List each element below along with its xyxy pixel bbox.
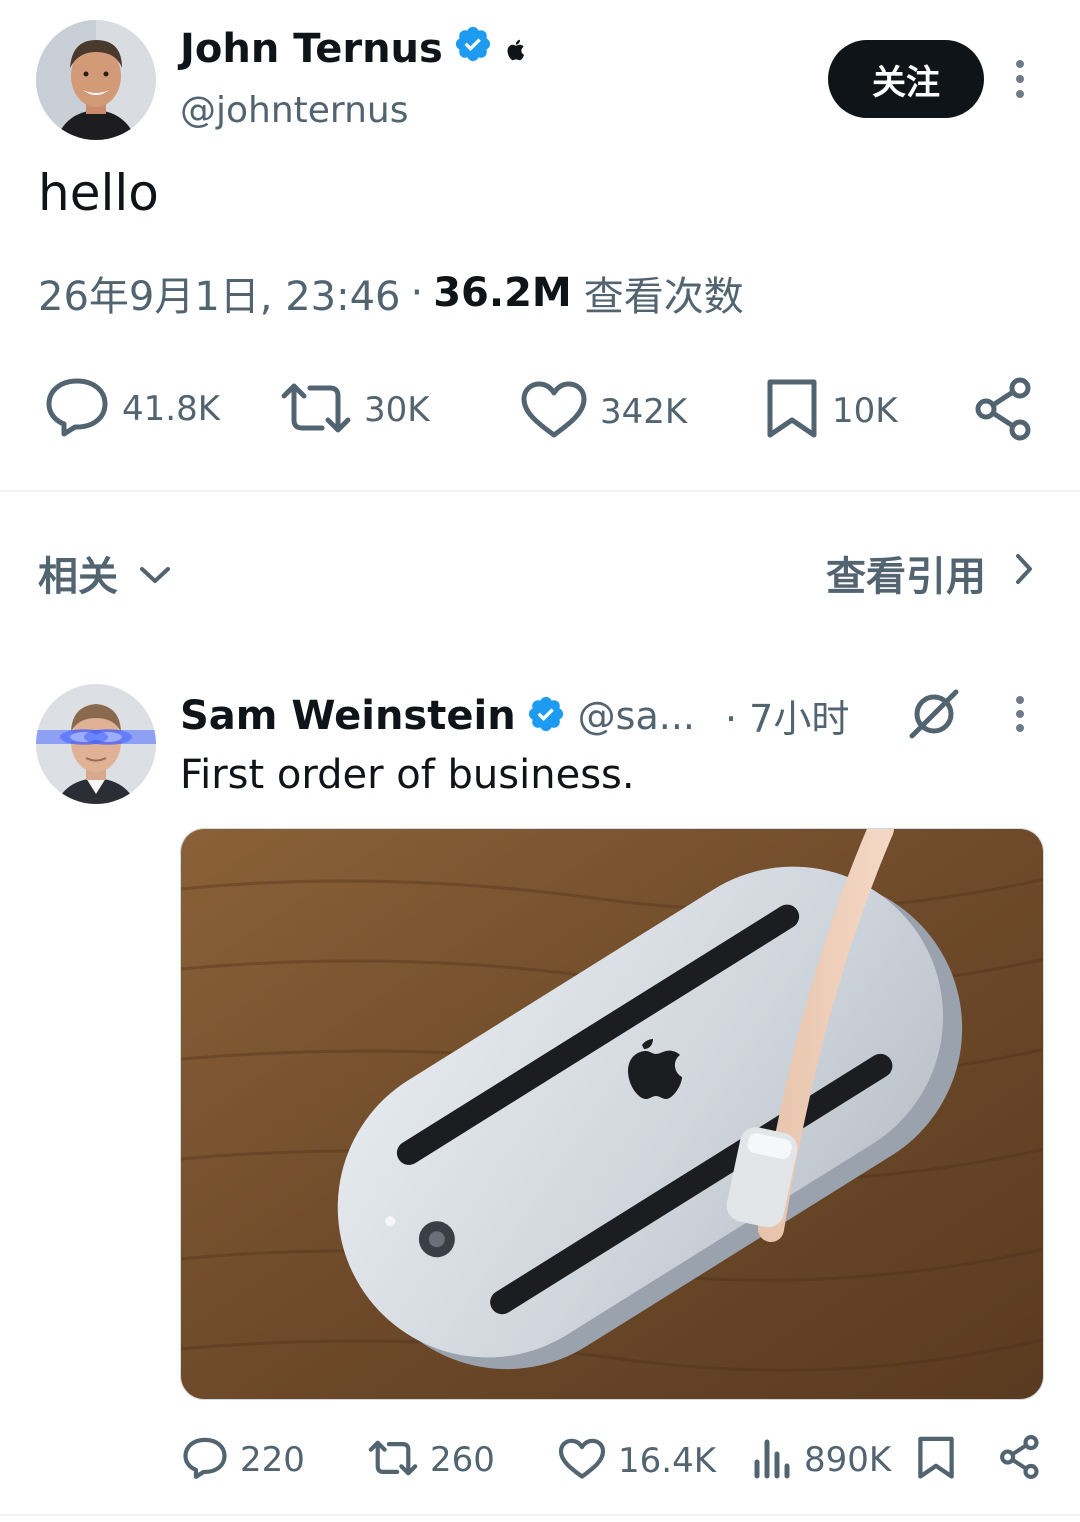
reply-like-count: 16.4K — [618, 1441, 716, 1481]
view-quotes-link[interactable]: 查看引用 — [826, 544, 1034, 602]
reply-views-count: 890K — [804, 1440, 892, 1480]
bookmark-count: 10K — [832, 391, 898, 431]
like-button[interactable]: 342K — [520, 380, 687, 444]
author-name-row[interactable]: John Ternus — [180, 24, 525, 74]
views-count: 36.2M — [433, 270, 572, 316]
more-icon[interactable] — [1010, 696, 1030, 732]
reply-author-handle[interactable]: @sa... — [578, 694, 695, 738]
follow-button[interactable]: 关注 — [828, 40, 984, 118]
reply-repost-button[interactable]: 260 — [368, 1438, 495, 1482]
reply-views-button[interactable]: 890K — [752, 1436, 891, 1484]
reply-text: First order of business. — [180, 752, 635, 798]
chevron-down-icon — [138, 550, 172, 596]
meta-separator: · — [410, 270, 424, 316]
views-label: 查看次数 — [583, 274, 744, 320]
reply-icon — [182, 1436, 228, 1484]
tweet-timestamp[interactable]: 26年9月1日, 23:46 — [38, 264, 401, 322]
reply-reply-count: 220 — [240, 1440, 305, 1480]
related-dropdown[interactable]: 相关 — [38, 544, 172, 602]
share-icon[interactable] — [972, 376, 1036, 446]
repost-icon — [368, 1438, 418, 1482]
reply-author-name[interactable]: Sam Weinstein — [180, 693, 516, 739]
reply-time[interactable]: · 7小时 — [725, 688, 849, 743]
share-icon[interactable] — [998, 1434, 1042, 1484]
views-icon — [752, 1436, 792, 1484]
repost-button[interactable]: 30K — [280, 380, 430, 440]
reply-icon — [44, 376, 110, 442]
reply-reply-button[interactable]: 220 — [182, 1436, 305, 1484]
reply-author-avatar[interactable] — [36, 684, 156, 804]
repost-icon — [280, 380, 352, 440]
reply-count: 41.8K — [122, 389, 220, 429]
grok-icon[interactable] — [906, 688, 962, 744]
bottom-divider — [0, 1514, 1080, 1516]
view-quotes-label: 查看引用 — [826, 554, 986, 600]
like-count: 342K — [600, 392, 688, 432]
reply-button[interactable]: 41.8K — [44, 376, 220, 442]
tweet-text: hello — [38, 164, 159, 222]
reply-like-button[interactable]: 16.4K — [558, 1438, 716, 1484]
bookmark-icon[interactable] — [916, 1436, 956, 1484]
like-icon — [558, 1438, 606, 1484]
bookmark-button[interactable]: 10K — [764, 378, 898, 444]
like-icon — [520, 380, 588, 444]
related-label: 相关 — [38, 554, 118, 600]
verified-badge-icon — [453, 24, 493, 74]
apple-logo-icon — [505, 26, 525, 72]
verified-badge-icon — [526, 694, 566, 738]
reply-media-photo[interactable] — [180, 828, 1044, 1400]
author-handle[interactable]: @johnternus — [180, 90, 408, 131]
tweet-meta: 26年9月1日, 23:46 · 36.2M 查看次数 — [38, 264, 744, 322]
chevron-right-icon — [1014, 550, 1034, 596]
author-name[interactable]: John Ternus — [180, 26, 443, 72]
reply-repost-count: 260 — [430, 1440, 495, 1480]
author-avatar[interactable] — [36, 20, 156, 140]
reply-header: Sam Weinstein @sa... · 7小时 — [180, 688, 849, 743]
bookmark-icon — [764, 378, 820, 444]
more-icon[interactable] — [1010, 60, 1030, 98]
repost-count: 30K — [364, 390, 430, 430]
section-divider — [0, 490, 1080, 492]
